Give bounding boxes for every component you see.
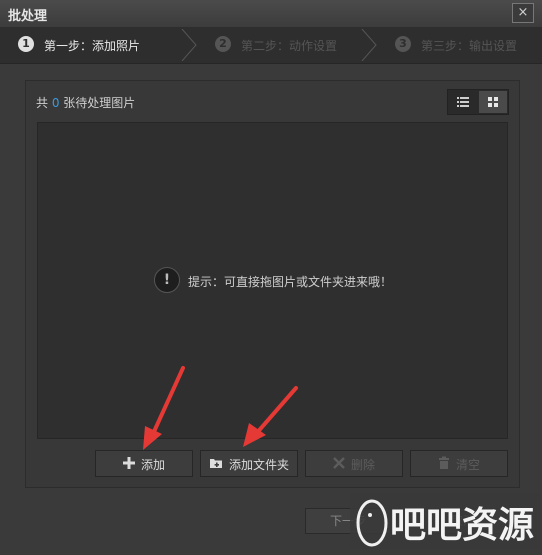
- plus-icon: [123, 457, 135, 469]
- step-2-label: 第二步：动作设置: [241, 39, 338, 53]
- trash-icon: [439, 456, 449, 469]
- step-1-label: 第一步：添加照片: [44, 39, 141, 53]
- count-prefix: 共: [36, 96, 52, 110]
- add-folder-button[interactable]: 添加文件夹: [200, 450, 298, 477]
- title-bar: 批处理 ×: [0, 0, 542, 28]
- window-title: 批处理: [8, 9, 48, 24]
- step-separator-chevron: [181, 29, 197, 61]
- step-3[interactable]: 3 第三步：输出设置: [395, 27, 542, 63]
- hint-text: 提示：可直接拖图片或文件夹进来哦！: [188, 275, 393, 289]
- clear-button-label: 清空: [456, 458, 481, 472]
- watermark-text: 吧吧资源: [390, 505, 534, 546]
- step-3-number: 3: [395, 36, 411, 52]
- info-icon: !: [154, 267, 180, 293]
- watermark-logo: 吧吧资源: [350, 493, 540, 549]
- add-folder-button-label: 添加文件夹: [229, 458, 290, 472]
- close-button[interactable]: ×: [512, 3, 534, 23]
- step-2-number: 2: [215, 36, 231, 52]
- grid-view-button[interactable]: [479, 91, 507, 113]
- step-1[interactable]: 1 第一步：添加照片: [18, 27, 180, 63]
- clear-button[interactable]: 清空: [410, 450, 508, 477]
- x-icon: [333, 457, 345, 469]
- close-icon: ×: [517, 5, 529, 20]
- add-button[interactable]: 添加: [95, 450, 193, 477]
- step-2[interactable]: 2 第二步：动作设置: [215, 27, 365, 63]
- step-1-number: 1: [18, 36, 34, 52]
- delete-button[interactable]: 删除: [305, 450, 403, 477]
- view-toggle: [447, 89, 509, 115]
- folder-add-icon: [210, 459, 222, 468]
- step-3-label: 第三步：输出设置: [421, 39, 518, 53]
- delete-button-label: 删除: [351, 458, 376, 472]
- list-view-button[interactable]: [449, 91, 477, 113]
- add-button-label: 添加: [141, 458, 166, 472]
- step-separator-chevron: [361, 29, 377, 61]
- grid-view-icon: [488, 97, 498, 107]
- count-suffix: 张待处理图片: [59, 96, 136, 110]
- list-view-icon: [457, 97, 469, 107]
- wizard-steps: 1 第一步：添加照片 2 第二步：动作设置 3 第三步：输出设置: [0, 27, 542, 64]
- pending-count: 共 0 张待处理图片: [36, 94, 135, 111]
